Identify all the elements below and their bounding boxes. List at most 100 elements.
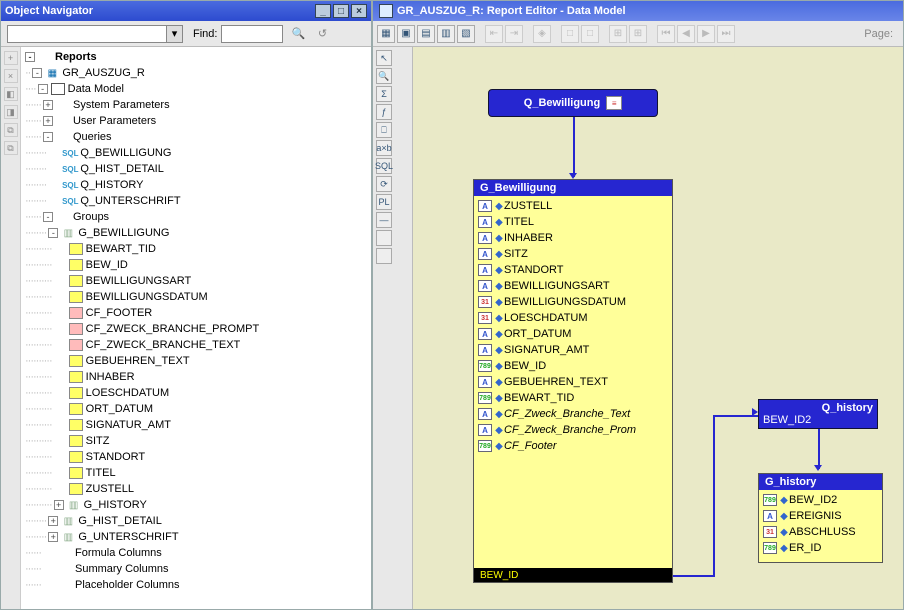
tool-link-icon[interactable]: —: [376, 212, 392, 228]
tree-node[interactable]: ··········GEBUEHREN_TEXT: [21, 353, 371, 369]
group-column[interactable]: 31◆BEWILLIGUNGSDATUM: [476, 294, 670, 310]
group-column[interactable]: 31◆ABSCHLUSS: [761, 524, 880, 540]
group-column[interactable]: A◆INHABER: [476, 230, 670, 246]
expander-icon[interactable]: -: [32, 68, 42, 78]
tree-node[interactable]: ··-▦GR_AUSZUG_R: [21, 65, 371, 81]
group-column[interactable]: 789◆BEW_ID2: [761, 492, 880, 508]
tb-btn-e[interactable]: □: [581, 25, 599, 43]
tree-node[interactable]: ··········BEWILLIGUNGSART: [21, 273, 371, 289]
nav-tree[interactable]: -Reports··-▦GR_AUSZUG_R····-Data Model ··…: [21, 47, 371, 609]
tree-node[interactable]: ··········INHABER: [21, 369, 371, 385]
tree-node[interactable]: ··········SIGNATUR_AMT: [21, 417, 371, 433]
tool-summary-icon[interactable]: Σ: [376, 86, 392, 102]
tool-crossprod-icon[interactable]: a×b: [376, 140, 392, 156]
tool-extra1-icon[interactable]: [376, 230, 392, 246]
tb-next-page-icon[interactable]: ▶: [697, 25, 715, 43]
tree-node[interactable]: ··········BEW_ID: [21, 257, 371, 273]
tree-node[interactable]: ··········TITEL: [21, 465, 371, 481]
group-column[interactable]: 789◆CF_Footer: [476, 438, 670, 454]
group-g-history[interactable]: G_history 789◆BEW_ID2A◆EREIGNIS31◆ABSCHL…: [758, 473, 883, 563]
gutter-copy-icon[interactable]: ⧉: [4, 141, 18, 155]
tree-node[interactable]: ········SQLQ_UNTERSCHRIFT: [21, 193, 371, 209]
tb-btn-c[interactable]: ◈: [533, 25, 551, 43]
tb-btn-g[interactable]: ⊞: [629, 25, 647, 43]
gutter-collapse-icon[interactable]: ◨: [4, 105, 18, 119]
tool-plsql-icon[interactable]: PL: [376, 194, 392, 210]
expander-icon[interactable]: -: [43, 132, 53, 142]
find-prev-icon[interactable]: ↺: [313, 25, 331, 43]
nav-titlebar[interactable]: Object Navigator _ □ ×: [1, 1, 371, 21]
minimize-icon[interactable]: _: [315, 4, 331, 18]
tb-btn-d[interactable]: □: [561, 25, 579, 43]
tb-prev-page-icon[interactable]: ◀: [677, 25, 695, 43]
view-web-icon[interactable]: ▥: [437, 25, 455, 43]
query-q-bewilligung[interactable]: Q_Bewilligung ≡: [488, 89, 658, 117]
tree-node[interactable]: ··········ORT_DATUM: [21, 401, 371, 417]
group-column[interactable]: A◆SIGNATUR_AMT: [476, 342, 670, 358]
tree-node[interactable]: ··········CF_FOOTER: [21, 305, 371, 321]
group-column[interactable]: A◆ZUSTELL: [476, 198, 670, 214]
view-layout-icon[interactable]: ▣: [397, 25, 415, 43]
tb-last-page-icon[interactable]: ⏭: [717, 25, 735, 43]
gutter-dup-icon[interactable]: ⧉: [4, 123, 18, 137]
query-q-history[interactable]: Q_history BEW_ID2: [758, 399, 878, 429]
tree-node[interactable]: ········+▥G_HIST_DETAIL: [21, 513, 371, 529]
tree-node[interactable]: ··········CF_ZWECK_BRANCHE_TEXT: [21, 337, 371, 353]
group-g-bewilligung[interactable]: G_Bewilligung A◆ZUSTELLA◆TITELA◆INHABERA…: [473, 179, 673, 583]
tool-placeholder-icon[interactable]: ⎕: [376, 122, 392, 138]
tree-node[interactable]: ········+▥G_UNTERSCHRIFT: [21, 529, 371, 545]
tree-node[interactable]: ··········BEWART_TID: [21, 241, 371, 257]
tree-node[interactable]: ··········+▥G_HISTORY: [21, 497, 371, 513]
group-column[interactable]: A◆GEBUEHREN_TEXT: [476, 374, 670, 390]
tree-node[interactable]: ······Placeholder Columns: [21, 577, 371, 593]
editor-titlebar[interactable]: GR_AUSZUG_R: Report Editor - Data Model: [373, 1, 903, 21]
tree-node[interactable]: ····-Data Model: [21, 81, 371, 97]
data-model-canvas[interactable]: Q_Bewilligung ≡ G_Bewilligung A◆ZUSTELLA…: [413, 47, 903, 609]
tool-select-icon[interactable]: ↖: [376, 50, 392, 66]
expander-icon[interactable]: +: [43, 100, 53, 110]
maximize-icon[interactable]: □: [333, 4, 349, 18]
tree-node[interactable]: ··········SITZ: [21, 433, 371, 449]
tool-extra2-icon[interactable]: [376, 248, 392, 264]
group-column[interactable]: 789◆BEWART_TID: [476, 390, 670, 406]
tool-refcur-icon[interactable]: ⟳: [376, 176, 392, 192]
group-column[interactable]: A◆TITEL: [476, 214, 670, 230]
group-column[interactable]: A◆STANDORT: [476, 262, 670, 278]
gutter-add-icon[interactable]: +: [4, 51, 18, 65]
group-column[interactable]: A◆CF_Zweck_Branche_Prom: [476, 422, 670, 438]
expander-icon[interactable]: -: [48, 228, 58, 238]
tree-node[interactable]: ······Formula Columns: [21, 545, 371, 561]
tree-node[interactable]: ··········CF_ZWECK_BRANCHE_PROMPT: [21, 321, 371, 337]
find-next-icon[interactable]: 🔍: [289, 25, 307, 43]
view-paper-icon[interactable]: ▧: [457, 25, 475, 43]
tree-node[interactable]: ······Summary Columns: [21, 561, 371, 577]
group-column[interactable]: A◆BEWILLIGUNGSART: [476, 278, 670, 294]
tree-node[interactable]: ········SQLQ_HISTORY: [21, 177, 371, 193]
tool-magnify-icon[interactable]: 🔍: [376, 68, 392, 84]
tree-node[interactable]: ··········BEWILLIGUNGSDATUM: [21, 289, 371, 305]
tree-node[interactable]: ··········STANDORT: [21, 449, 371, 465]
tb-btn-a[interactable]: ⇤: [485, 25, 503, 43]
expander-icon[interactable]: +: [43, 116, 53, 126]
tree-node[interactable]: ······+User Parameters: [21, 113, 371, 129]
group-column[interactable]: 789◆ER_ID: [761, 540, 880, 556]
expander-icon[interactable]: -: [43, 212, 53, 222]
combo-dropdown-icon[interactable]: ▾: [167, 25, 183, 43]
tb-btn-b[interactable]: ⇥: [505, 25, 523, 43]
group-break-col[interactable]: BEW_ID: [474, 568, 672, 582]
find-input[interactable]: [221, 25, 283, 43]
view-datamodel-icon[interactable]: ▦: [377, 25, 395, 43]
expander-icon[interactable]: -: [25, 52, 35, 62]
tree-node[interactable]: ········-▥G_BEWILLIGUNG: [21, 225, 371, 241]
tree-node[interactable]: ······-Groups: [21, 209, 371, 225]
tree-node[interactable]: ··········LOESCHDATUM: [21, 385, 371, 401]
gutter-expand-icon[interactable]: ◧: [4, 87, 18, 101]
group-column[interactable]: 31◆LOESCHDATUM: [476, 310, 670, 326]
expander-icon[interactable]: -: [38, 84, 48, 94]
group-column[interactable]: A◆CF_Zweck_Branche_Text: [476, 406, 670, 422]
gutter-del-icon[interactable]: ×: [4, 69, 18, 83]
tool-sql-icon[interactable]: SQL: [376, 158, 392, 174]
group-column[interactable]: A◆ORT_DATUM: [476, 326, 670, 342]
tree-node[interactable]: -Reports: [21, 49, 371, 65]
tree-node[interactable]: ········SQLQ_HIST_DETAIL: [21, 161, 371, 177]
